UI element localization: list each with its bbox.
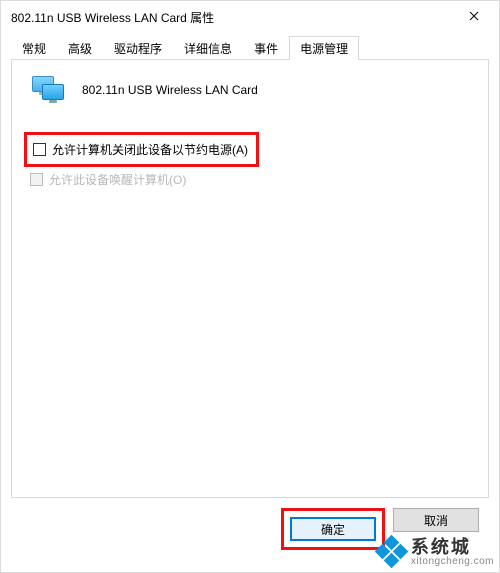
device-name-label: 802.11n USB Wireless LAN Card <box>82 83 258 97</box>
tab-driver[interactable]: 驱动程序 <box>103 36 173 60</box>
dialog-content: 常规 高级 驱动程序 详细信息 事件 电源管理 802.11n USB Wire… <box>1 33 499 572</box>
checkbox-allow-wake-label: 允许此设备唤醒计算机(O) <box>49 171 186 188</box>
titlebar: 802.11n USB Wireless LAN Card 属性 <box>1 1 499 33</box>
window-title: 802.11n USB Wireless LAN Card 属性 <box>11 9 451 26</box>
ok-button[interactable]: 确定 <box>290 517 376 541</box>
cancel-button-label: 取消 <box>424 512 448 529</box>
tab-events[interactable]: 事件 <box>243 36 289 60</box>
ok-button-label: 确定 <box>321 521 345 538</box>
cancel-button[interactable]: 取消 <box>393 508 479 532</box>
properties-dialog: 802.11n USB Wireless LAN Card 属性 常规 高级 驱… <box>0 0 500 573</box>
tab-panel-power-management: 802.11n USB Wireless LAN Card 允许计算机关闭此设备… <box>11 60 489 498</box>
tab-power-management[interactable]: 电源管理 <box>289 36 359 60</box>
network-adapter-icon <box>32 76 68 104</box>
annotation-highlight-ok: 确定 <box>281 508 385 550</box>
device-header: 802.11n USB Wireless LAN Card <box>32 76 474 104</box>
annotation-highlight-option: 允许计算机关闭此设备以节约电源(A) <box>24 132 259 167</box>
tab-general[interactable]: 常规 <box>11 36 57 60</box>
tab-advanced[interactable]: 高级 <box>57 36 103 60</box>
dialog-buttons: 确定 取消 <box>11 498 489 562</box>
option-allow-wake-row: 允许此设备唤醒计算机(O) <box>26 167 474 190</box>
tab-strip: 常规 高级 驱动程序 详细信息 事件 电源管理 <box>11 37 489 60</box>
tab-details[interactable]: 详细信息 <box>173 36 243 60</box>
close-icon <box>469 10 479 24</box>
checkbox-allow-wake <box>30 173 43 186</box>
checkbox-allow-turn-off-label[interactable]: 允许计算机关闭此设备以节约电源(A) <box>52 141 248 158</box>
close-button[interactable] <box>451 1 497 33</box>
checkbox-allow-turn-off[interactable] <box>33 143 46 156</box>
